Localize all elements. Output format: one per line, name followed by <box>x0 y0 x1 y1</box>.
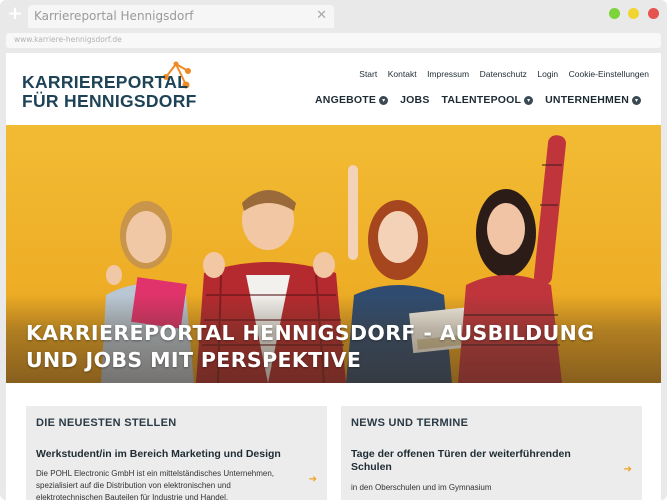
menu-label: UNTERNEHMEN <box>545 94 629 106</box>
chevron-down-icon: ▾ <box>524 95 534 105</box>
menu-label: ANGEBOTE <box>315 94 377 106</box>
menu-item-unternehmen[interactable]: UNTERNEHMEN ▾ <box>545 94 641 106</box>
hero-heading-line1: KARRIEREPORTAL HENNIGSDORF - AUSBILDUNG <box>26 321 595 345</box>
job-description: Die POHL Electronic GmbH ist ein mittels… <box>36 468 296 500</box>
card-heading: DIE NEUESTEN STELLEN <box>36 417 177 429</box>
close-window-button[interactable] <box>648 8 659 19</box>
new-tab-button[interactable]: + <box>7 5 23 23</box>
nav-link-kontakt[interactable]: Kontakt <box>388 69 417 79</box>
tab-bar: + Karriereportal Hennigsdorf ✕ <box>0 0 667 30</box>
nav-link-start[interactable]: Start <box>359 69 377 79</box>
address-bar[interactable]: www.karriere-hennigsdorf.de <box>6 33 661 48</box>
logo-text-line2: FÜR HENNIGSDORF <box>22 91 197 111</box>
main-navigation: ANGEBOTE ▾ JOBS TALENTEPOOL ▾ UNTERNEHME… <box>303 94 641 106</box>
site-logo[interactable]: KARRIEREPORTAL FÜR HENNIGSDORF <box>22 61 197 111</box>
news-description-line: in den Oberschulen und im Gymnasium <box>351 483 492 492</box>
menu-item-angebote[interactable]: ANGEBOTE ▾ <box>315 94 389 106</box>
menu-item-jobs[interactable]: JOBS <box>400 94 429 106</box>
browser-tab[interactable]: Karriereportal Hennigsdorf ✕ <box>28 5 334 28</box>
tab-close-icon[interactable]: ✕ <box>316 8 327 23</box>
job-title-link[interactable]: Werkstudent/in im Bereich Marketing und … <box>36 448 296 461</box>
card-heading: NEWS UND TERMINE <box>351 417 469 429</box>
news-title-link[interactable]: Tage der offenen Türen der weiterführend… <box>351 448 611 474</box>
browser-window: + Karriereportal Hennigsdorf ✕ www.karri… <box>0 0 667 500</box>
hero-heading: KARRIEREPORTAL HENNIGSDORF - AUSBILDUNG … <box>26 320 594 374</box>
url-text: www.karriere-hennigsdorf.de <box>14 35 122 44</box>
maximize-button[interactable] <box>609 8 620 19</box>
nav-link-impressum[interactable]: Impressum <box>427 69 469 79</box>
nav-link-cookie-settings[interactable]: Cookie-Einstellungen <box>569 69 649 79</box>
chevron-down-icon: ▾ <box>632 95 641 105</box>
menu-item-talentepool[interactable]: TALENTEPOOL ▾ <box>442 94 534 106</box>
web-page: KARRIEREPORTAL FÜR HENNIGSDORF Start Kon… <box>6 53 661 500</box>
menu-label: TALENTEPOOL <box>441 94 522 106</box>
arrow-right-icon[interactable]: ➔ <box>309 474 317 485</box>
nav-link-login[interactable]: Login <box>537 69 558 79</box>
news-card: NEWS UND TERMINE Tage der offenen Türen … <box>341 406 642 500</box>
job-description-line: elektrotechnischen Bauteilen für Industr… <box>36 493 229 500</box>
news-description: in den Oberschulen und im Gymnasium <box>351 482 611 494</box>
minimize-button[interactable] <box>628 8 639 19</box>
nav-link-datenschutz[interactable]: Datenschutz <box>480 69 527 79</box>
menu-label: JOBS <box>400 94 430 106</box>
arrow-right-icon[interactable]: ➔ <box>624 464 632 475</box>
tab-title: Karriereportal Hennigsdorf <box>34 9 194 23</box>
chevron-down-icon: ▾ <box>379 95 389 105</box>
hero-banner: KARRIEREPORTAL HENNIGSDORF - AUSBILDUNG … <box>6 125 661 383</box>
hero-heading-line2: UND JOBS MIT PERSPEKTIVE <box>26 348 362 372</box>
latest-jobs-card: DIE NEUESTEN STELLEN Werkstudent/in im B… <box>26 406 327 500</box>
top-navigation: Start Kontakt Impressum Datenschutz Logi… <box>349 69 649 79</box>
logo-text-line1: KARRIEREPORTAL <box>22 72 189 92</box>
job-description-line: spezialisiert auf die Distribution von e… <box>36 481 231 490</box>
job-description-line: Die POHL Electronic GmbH ist ein mittels… <box>36 469 275 478</box>
